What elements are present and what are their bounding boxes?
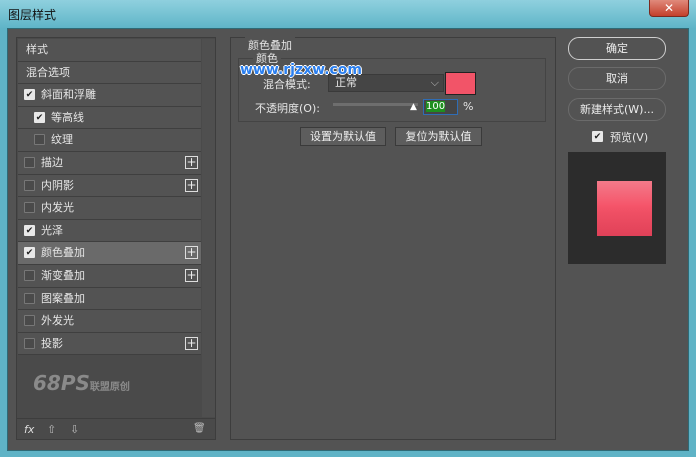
style-item[interactable]: 纹理 [18, 129, 201, 152]
add-icon[interactable]: + [185, 336, 198, 350]
style-item-label: 混合选项 [26, 65, 70, 79]
checkbox[interactable] [24, 292, 35, 304]
opacity-value: 100 [426, 101, 446, 112]
new-style-button[interactable]: 新建样式(W)... [568, 98, 666, 121]
style-item[interactable]: ✔ 斜面和浮雕 [18, 84, 201, 107]
opacity-input[interactable]: 100 [423, 99, 458, 115]
style-item-label: 光泽 [41, 223, 63, 237]
preview-thumbnail [568, 152, 666, 264]
styles-panel: 样式 混合选项 ✔ 斜面和浮雕 ✔ 等高线 纹理 描边 + 内阴影 + 内发光 ✔ 光泽 ✔ 颜色叠加 + 渐变叠… [16, 37, 216, 440]
watermark-text: 联盟原创 [89, 382, 130, 393]
checkbox[interactable] [24, 315, 35, 327]
scrollbar[interactable] [202, 39, 215, 417]
style-item[interactable]: 样式 [18, 39, 201, 62]
opacity-label: 不透明度(O): [255, 102, 320, 115]
checkbox[interactable] [24, 269, 35, 281]
style-item[interactable]: ✔ 光泽 [18, 219, 201, 243]
cancel-button[interactable]: 取消 [568, 67, 666, 90]
add-icon[interactable]: + [185, 155, 198, 169]
checkbox[interactable]: ✔ [34, 111, 45, 123]
style-item-label: 等高线 [51, 110, 84, 124]
style-item[interactable]: ✔ 等高线 [18, 106, 201, 130]
style-item[interactable]: 图案叠加 [18, 287, 201, 311]
style-item[interactable]: 内阴影 + [18, 174, 201, 198]
close-button[interactable]: ✕ [649, 0, 689, 17]
slider-thumb[interactable]: ▲ [410, 102, 417, 112]
style-item-label: 投影 [41, 336, 63, 350]
add-icon[interactable]: + [185, 246, 198, 260]
style-item-label: 纹理 [51, 133, 73, 147]
checkbox[interactable] [24, 337, 35, 349]
window-title: 图层样式 [8, 8, 57, 22]
color-swatch[interactable] [445, 72, 476, 95]
title-bar: 图层样式 ✕ [0, 0, 696, 28]
percent-label: % [463, 100, 474, 113]
watermark-logo-text: 68PS [33, 371, 90, 395]
style-item-label: 颜色叠加 [41, 246, 85, 260]
trash-icon[interactable]: 🗑 [193, 423, 206, 434]
fx-button[interactable]: fx [24, 423, 34, 436]
style-item[interactable]: ✔ 颜色叠加 + [18, 242, 201, 265]
style-item-label: 内阴影 [41, 178, 74, 192]
watermark-logo: 68PS联盟原创 [33, 371, 130, 395]
move-up-icon[interactable]: ⇧ [47, 423, 56, 436]
style-item-label: 内发光 [41, 201, 74, 215]
add-icon[interactable]: + [185, 178, 198, 192]
chevron-down-icon: ⌵ [430, 76, 439, 89]
checkbox[interactable] [24, 179, 35, 191]
style-item-label: 样式 [26, 43, 48, 56]
style-item[interactable]: 外发光 [18, 310, 201, 333]
blend-mode-label: 混合模式: [263, 78, 311, 91]
style-item[interactable]: 内发光 [18, 197, 201, 220]
preview-checkbox[interactable]: ✔ [592, 131, 603, 142]
styles-toolbar: fx ⇧ ⇩ 🗑 [17, 418, 215, 440]
move-down-icon[interactable]: ⇩ [70, 423, 79, 436]
color-overlay-panel: 颜色叠加 颜色 混合模式: 正常 ⌵ 不透明度(O): ▲ 100 % 设置为默认… [230, 37, 556, 440]
style-item-label: 描边 [41, 155, 63, 169]
preview-label: 预览(V) [610, 131, 649, 144]
style-item[interactable]: 渐变叠加 + [18, 264, 201, 288]
checkbox[interactable] [34, 134, 45, 146]
style-item[interactable]: 描边 + [18, 151, 201, 175]
style-item-label: 图案叠加 [41, 291, 85, 305]
style-item[interactable]: 混合选项 [18, 61, 201, 85]
styles-list: 样式 混合选项 ✔ 斜面和浮雕 ✔ 等高线 纹理 描边 + 内阴影 + 内发光 ✔ 光泽 ✔ 颜色叠加 + 渐变叠… [18, 39, 201, 356]
preview-square [597, 181, 652, 236]
set-default-button[interactable]: 设置为默认值 [300, 127, 386, 146]
reset-default-button[interactable]: 复位为默认值 [395, 127, 482, 146]
style-item[interactable]: 投影 + [18, 332, 201, 356]
opacity-slider[interactable] [333, 103, 418, 106]
checkbox[interactable]: ✔ [24, 224, 35, 236]
style-item-label: 斜面和浮雕 [41, 88, 96, 102]
style-item-label: 外发光 [41, 314, 74, 328]
site-watermark: www.rjzxw.com [240, 62, 362, 78]
style-item-label: 渐变叠加 [41, 268, 85, 282]
checkbox[interactable] [24, 202, 35, 214]
ok-button[interactable]: 确定 [568, 37, 666, 60]
checkbox[interactable] [24, 156, 35, 168]
checkbox[interactable]: ✔ [24, 89, 35, 101]
add-icon[interactable]: + [185, 268, 198, 282]
checkbox[interactable]: ✔ [24, 247, 35, 259]
